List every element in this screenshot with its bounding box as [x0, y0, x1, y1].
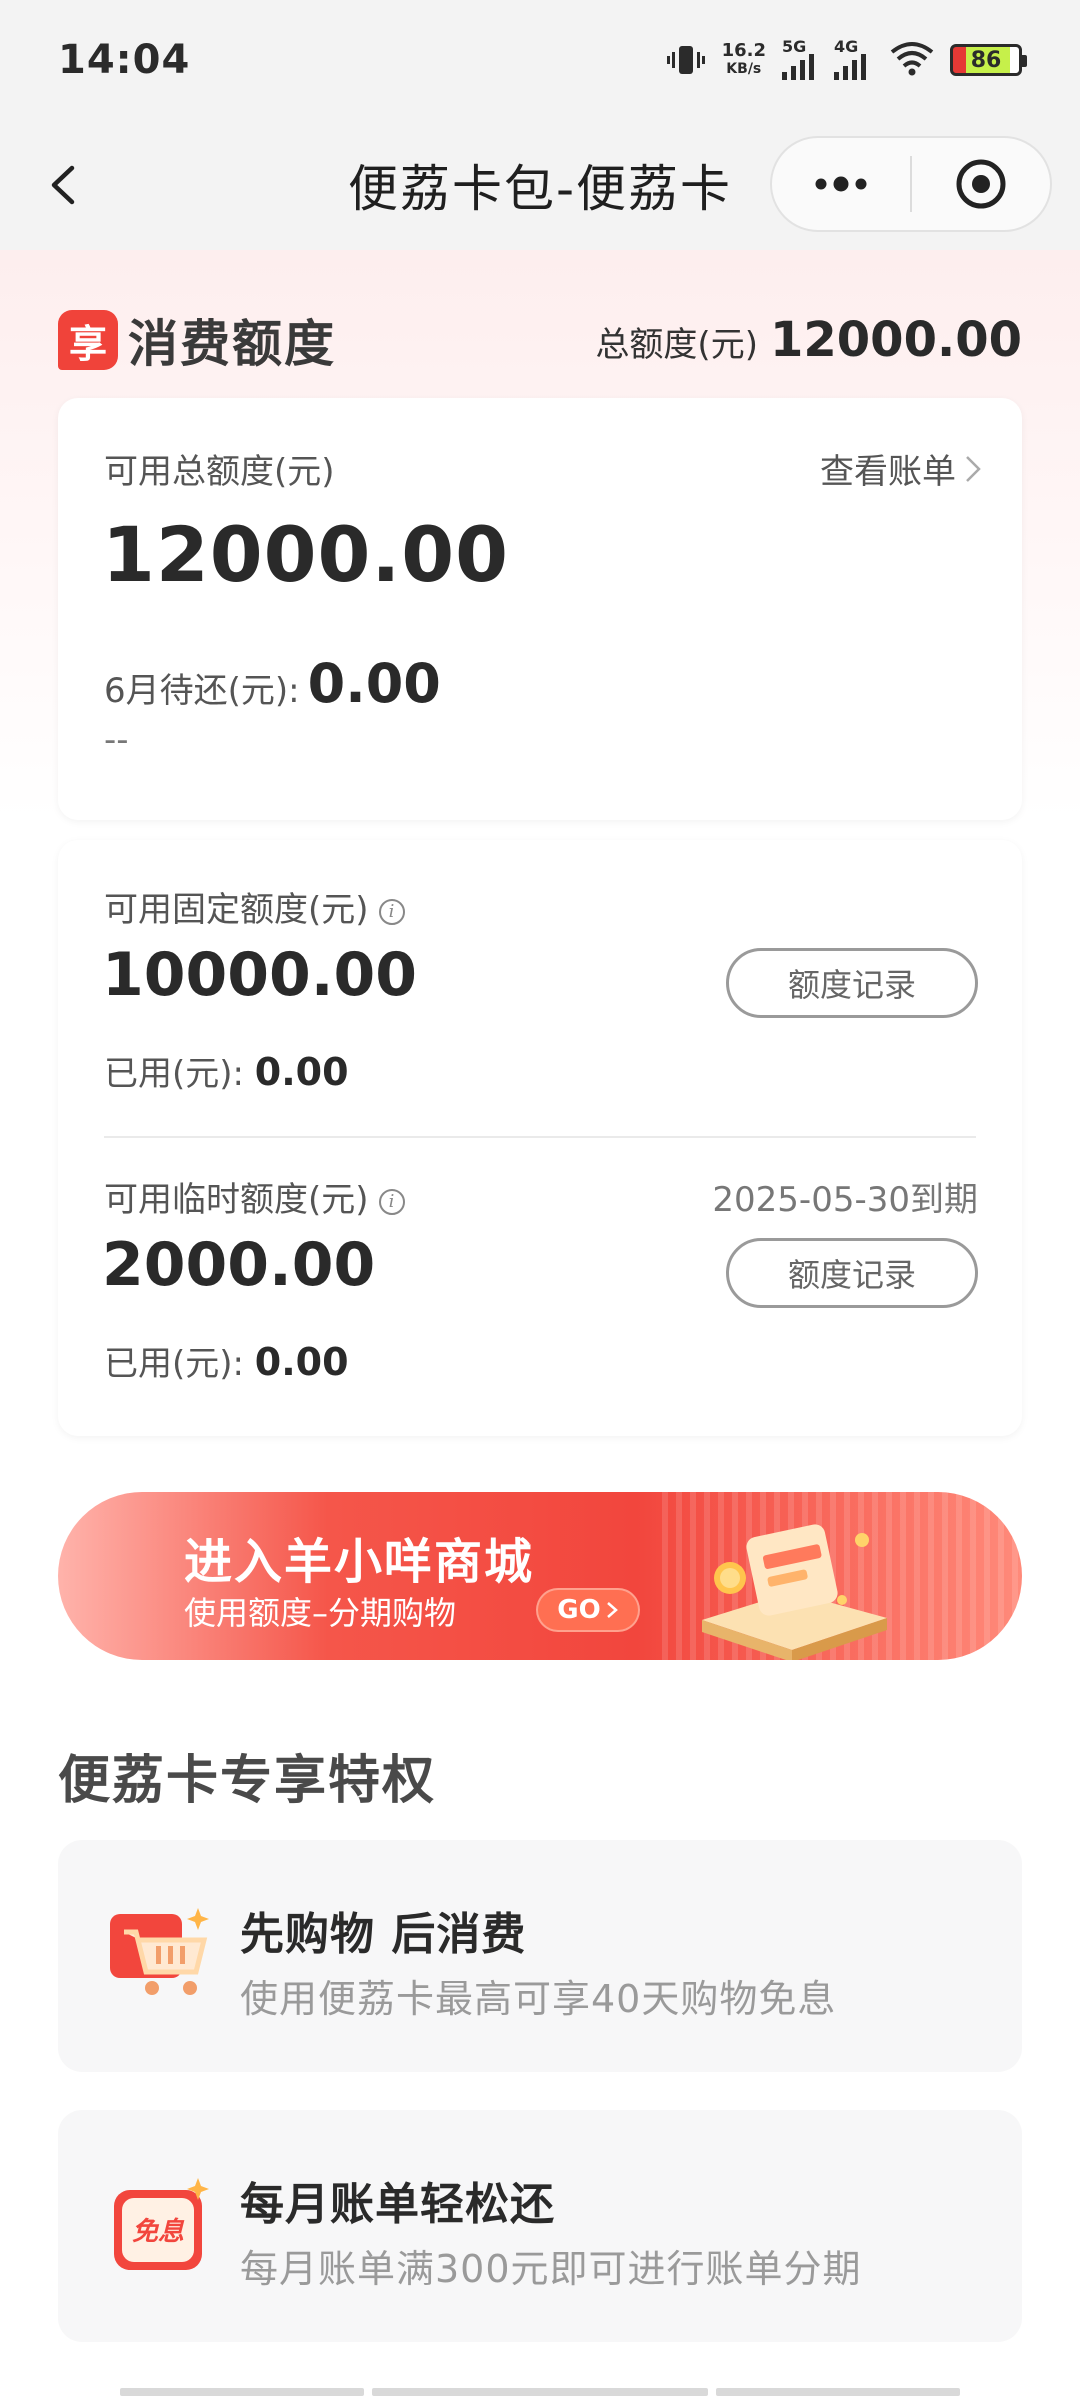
target-icon[interactable]: [912, 138, 1050, 230]
available-total-label: 可用总额度(元): [104, 452, 335, 492]
miniprogram-capsule: [770, 136, 1052, 232]
mall-banner[interactable]: 进入羊小咩商城 使用额度–分期购物 GO: [58, 1492, 1022, 1660]
signal-bars-icon: [782, 54, 814, 80]
home-indicator: [120, 2388, 960, 2396]
banner-go-label: GO: [557, 1595, 601, 1625]
fixed-used-row: 已用(元): 0.00: [104, 1046, 349, 1095]
page: 14:04 16.2 KB/s 5G 4G 86 便荔卡包-便荔卡 享 消费额度…: [0, 0, 1080, 2400]
total-quota-label: 总额度(元): [595, 325, 758, 365]
interest-free-icon: 免息: [114, 2178, 209, 2270]
network-speed-value: 16.2: [721, 40, 766, 61]
temp-used-label: 已用(元):: [104, 1344, 244, 1384]
due-line: 6月待还(元): 0.00: [104, 652, 441, 715]
quota-detail-card: 可用固定额度(元) i 10000.00 额度记录 已用(元): 0.00 可用临…: [58, 840, 1022, 1436]
temp-used-value: 0.00: [254, 1340, 349, 1384]
status-time: 14:04: [58, 37, 191, 83]
chevron-left-icon[interactable]: [40, 160, 90, 210]
available-quota-card: 可用总额度(元) 查看账单 12000.00 6月待还(元): 0.00 --: [58, 398, 1022, 820]
privileges-title: 便荔卡专享特权: [58, 1751, 437, 1811]
info-icon[interactable]: i: [378, 898, 405, 925]
indicator-bar: [716, 2388, 960, 2396]
chevron-right-icon: [966, 455, 981, 482]
privilege-title: 先购物 后消费: [240, 1909, 527, 1960]
shopping-cart-icon: [110, 1908, 209, 1995]
temp-used-row: 已用(元): 0.00: [104, 1336, 349, 1385]
wifi-icon: [890, 40, 934, 80]
banner-subtitle: 使用额度–分期购物: [184, 1594, 457, 1632]
chevron-right-icon: [606, 1602, 618, 1618]
fixed-quota-record-button[interactable]: 额度记录: [726, 948, 978, 1018]
battery-indicator: 86: [950, 44, 1027, 76]
temp-quota-expire: 2025-05-30到期: [712, 1180, 978, 1220]
fixed-used-value: 0.00: [254, 1050, 349, 1094]
fixed-quota-value: 10000.00: [102, 940, 418, 1010]
banner-go-button[interactable]: GO: [536, 1588, 640, 1632]
view-bill-label: 查看账单: [820, 452, 956, 492]
status-icons: 16.2 KB/s 5G 4G 86: [666, 37, 1027, 80]
available-total-value: 12000.00: [102, 510, 510, 599]
signal-4g: 4G: [834, 37, 874, 80]
interest-free-icon-text: 免息: [132, 2217, 185, 2247]
enjoy-logo-icon: 享: [58, 310, 118, 370]
privilege-title: 每月账单轻松还: [240, 2179, 555, 2230]
quota-header: 享 消费额度 总额度(元) 12000.00: [58, 300, 1022, 380]
privilege-item-monthly-bill[interactable]: 免息 每月账单轻松还 每月账单满300元即可进行账单分期: [58, 2110, 1022, 2342]
privilege-desc: 每月账单满300元即可进行账单分期: [240, 2247, 862, 2291]
network-speed-unit: KB/s: [726, 61, 762, 77]
shopping-gift-icon: [702, 1524, 887, 1660]
fixed-quota-label: 可用固定额度(元): [104, 890, 369, 930]
due-value: 0.00: [307, 652, 441, 715]
status-bar: 14:04 16.2 KB/s 5G 4G 86: [0, 0, 1080, 120]
nav-bar: 便荔卡包-便荔卡: [0, 130, 1080, 240]
temp-quota-label-row: 可用临时额度(元) i: [104, 1172, 405, 1221]
banner-title: 进入羊小咩商城: [184, 1534, 535, 1590]
due-sub: --: [104, 720, 129, 760]
signal-5g: 5G: [782, 37, 818, 80]
divider: [104, 1136, 976, 1138]
indicator-bar: [120, 2388, 364, 2396]
temp-quota-value: 2000.00: [102, 1230, 376, 1300]
fixed-quota-label-row: 可用固定额度(元) i: [104, 882, 405, 931]
privilege-desc: 使用便荔卡最高可享40天购物免息: [240, 1977, 837, 2021]
temp-quota-record-button[interactable]: 额度记录: [726, 1238, 978, 1308]
view-bill-link[interactable]: 查看账单: [820, 444, 982, 493]
fixed-used-label: 已用(元):: [104, 1054, 244, 1094]
signal-5g-label: 5G: [782, 37, 807, 56]
temp-quota-label: 可用临时额度(元): [104, 1180, 369, 1220]
vibrate-icon: [666, 40, 706, 80]
total-quota: 总额度(元) 12000.00: [595, 312, 1022, 368]
signal-4g-label: 4G: [834, 37, 859, 56]
quota-title: 消费额度: [128, 315, 336, 373]
total-quota-value: 12000.00: [769, 312, 1022, 368]
indicator-bar: [372, 2388, 708, 2396]
page-title: 便荔卡包-便荔卡: [347, 160, 733, 218]
privilege-item-shop-first[interactable]: 先购物 后消费 使用便荔卡最高可享40天购物免息: [58, 1840, 1022, 2072]
more-dots-icon[interactable]: [772, 138, 910, 230]
signal-bars-icon: [834, 54, 866, 80]
info-icon[interactable]: i: [378, 1188, 405, 1215]
network-speed: 16.2 KB/s: [722, 42, 766, 78]
due-label: 6月待还(元):: [104, 671, 300, 711]
